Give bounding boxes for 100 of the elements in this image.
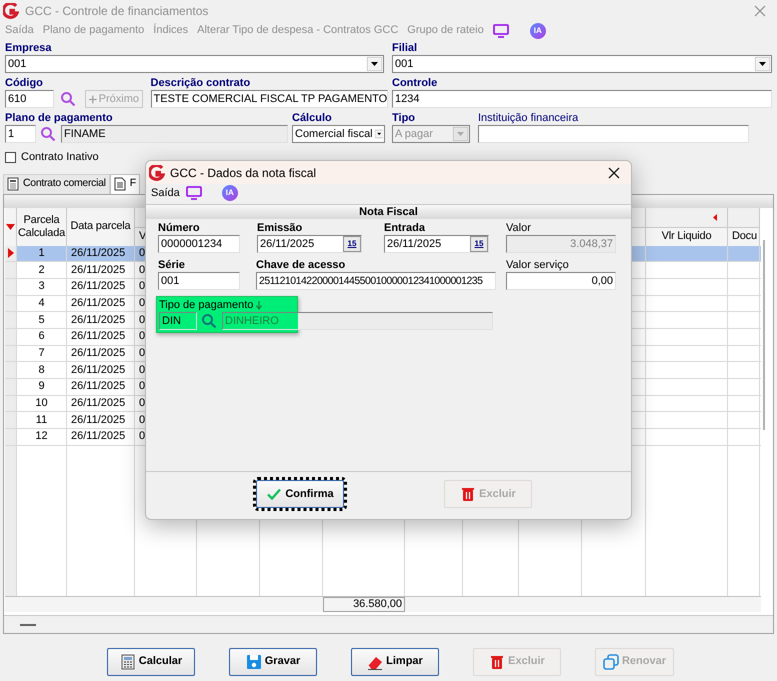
table-cell: 26/11/2025 — [67, 379, 135, 395]
trash-icon — [460, 486, 476, 502]
dropdown[interactable]: Comercial fiscal — [292, 125, 385, 143]
checkbox[interactable] — [5, 152, 16, 163]
table-cell: 5 — [17, 312, 67, 328]
section-header: Nota Fiscal — [146, 204, 631, 219]
table-cell: 8 — [17, 362, 67, 378]
table-cell: 26/11/2025 — [67, 346, 135, 362]
dash-icon — [20, 624, 36, 626]
input-field[interactable]: 1234 — [392, 90, 772, 108]
field-label: Código — [5, 77, 44, 90]
code-field[interactable]: DIN — [159, 312, 197, 330]
field-label: Plano de pagamento — [5, 112, 114, 125]
dialog-title: GCC - Dados da nota fiscal — [170, 164, 318, 182]
dropdown-arrow-icon — [755, 57, 770, 71]
table-cell: 1 — [17, 246, 67, 262]
column-header[interactable]: Parcela Calculada — [17, 208, 66, 246]
table-cell: 11 — [17, 412, 67, 428]
column-marker-icon — [713, 214, 717, 220]
input-field[interactable]: 610 — [5, 90, 54, 108]
table-cell: 26/11/2025 — [67, 328, 135, 345]
table-cell: 7 — [17, 346, 67, 362]
monitor-icon — [492, 24, 509, 38]
action-button[interactable]: Gravar — [229, 648, 317, 676]
logo-icon — [3, 2, 19, 18]
close-icon — [608, 166, 620, 178]
input-field[interactable]: FINAME — [61, 125, 288, 143]
down-arrow-icon — [256, 300, 262, 310]
sort-arrow-icon — [6, 224, 15, 230]
monitor-icon — [186, 186, 202, 200]
table-cell: 6 — [17, 328, 67, 345]
window-title: GCC - Controle de financiamentos — [25, 2, 210, 20]
dropdown-arrow-icon — [453, 127, 468, 141]
table-cell: 10 — [17, 396, 67, 412]
row-pointer-icon — [8, 248, 14, 258]
trash-icon — [489, 654, 506, 670]
search-icon[interactable] — [40, 126, 56, 142]
logo-icon — [149, 164, 165, 180]
calendar-button[interactable]: 15 — [343, 236, 361, 252]
row-indicator[interactable] — [5, 246, 17, 262]
field-label: Descrição contrato — [150, 77, 252, 90]
field-label: Número — [158, 222, 201, 235]
calculator-icon — [120, 654, 136, 670]
input-field[interactable]: 001 — [158, 272, 240, 290]
search-icon[interactable] — [60, 91, 76, 107]
floppy-icon — [246, 654, 262, 670]
table-cell: 26/11/2025 — [67, 262, 135, 278]
plus-icon — [89, 94, 97, 104]
input-field[interactable]: 251121014220000144550010000012341000001235 — [256, 272, 496, 290]
calendar-button[interactable]: 15 — [470, 236, 488, 252]
table-cell: 26/11/2025 — [67, 312, 135, 328]
dropdown-arrow-icon — [374, 127, 383, 141]
field-label: Emissão — [257, 222, 304, 235]
action-button[interactable]: Limpar — [351, 648, 439, 676]
table-cell: 2 — [17, 262, 67, 278]
field-label: Instituição financeira — [478, 112, 580, 125]
field-label: Controle — [392, 77, 438, 90]
input-field[interactable]: TESTE COMERCIAL FISCAL TP PAGAMENTO — [150, 90, 388, 108]
dropdown[interactable]: 001 — [392, 55, 772, 73]
checkbox-label: Contrato Inativo — [21, 150, 99, 165]
field-label: Valor — [506, 222, 532, 235]
table-cell: 26/11/2025 — [67, 429, 135, 445]
table-cell: 26/11/2025 — [67, 412, 135, 428]
input-field[interactable]: 1 — [5, 125, 36, 143]
scrollbar[interactable] — [763, 240, 765, 430]
search-icon[interactable] — [201, 313, 217, 329]
table-cell: 26/11/2025 — [67, 246, 135, 262]
tab[interactable]: Contrato comercial — [3, 174, 110, 194]
action-button[interactable]: Calcular — [107, 648, 195, 676]
close-icon — [754, 4, 766, 16]
field-label: Entrada — [384, 222, 426, 235]
table-cell: 26/11/2025 — [67, 296, 135, 312]
field-label: Empresa — [5, 42, 52, 55]
ia-badge[interactable]: IA — [222, 185, 238, 201]
field-label: Chave de acesso — [256, 259, 346, 272]
copy-icon — [602, 654, 619, 670]
ia-badge[interactable]: IA — [530, 22, 546, 38]
table-cell: 4 — [17, 296, 67, 312]
field-label: Filial — [392, 42, 418, 55]
action-button[interactable]: Confirma — [256, 480, 344, 508]
total-cell: 36.580,00 — [323, 596, 405, 612]
menu-item[interactable]: Saída — [151, 184, 180, 202]
input-field[interactable]: 0000001234 — [158, 235, 240, 253]
column-header[interactable]: Data parcela — [67, 208, 134, 246]
input-field[interactable]: 0,00 — [506, 272, 616, 290]
table-cell: 26/11/2025 — [67, 362, 135, 378]
table-cell: 3 — [17, 278, 67, 295]
date-field[interactable]: 26/11/2025 15 — [257, 235, 362, 253]
tab[interactable]: F — [110, 174, 140, 194]
field-label: Cálculo — [292, 112, 333, 125]
field-label: Valor serviço — [506, 259, 570, 272]
table-cell: 12 — [17, 429, 67, 445]
field-label: Série — [158, 259, 186, 272]
date-field[interactable]: 26/11/2025 15 — [384, 235, 489, 253]
calculator-icon — [7, 177, 19, 191]
dropdown[interactable]: 001 — [5, 55, 384, 73]
dropdown-arrow-icon — [367, 57, 382, 71]
input-field[interactable] — [478, 125, 749, 143]
table-cell: 26/11/2025 — [67, 396, 135, 412]
table-cell: 9 — [17, 379, 67, 395]
